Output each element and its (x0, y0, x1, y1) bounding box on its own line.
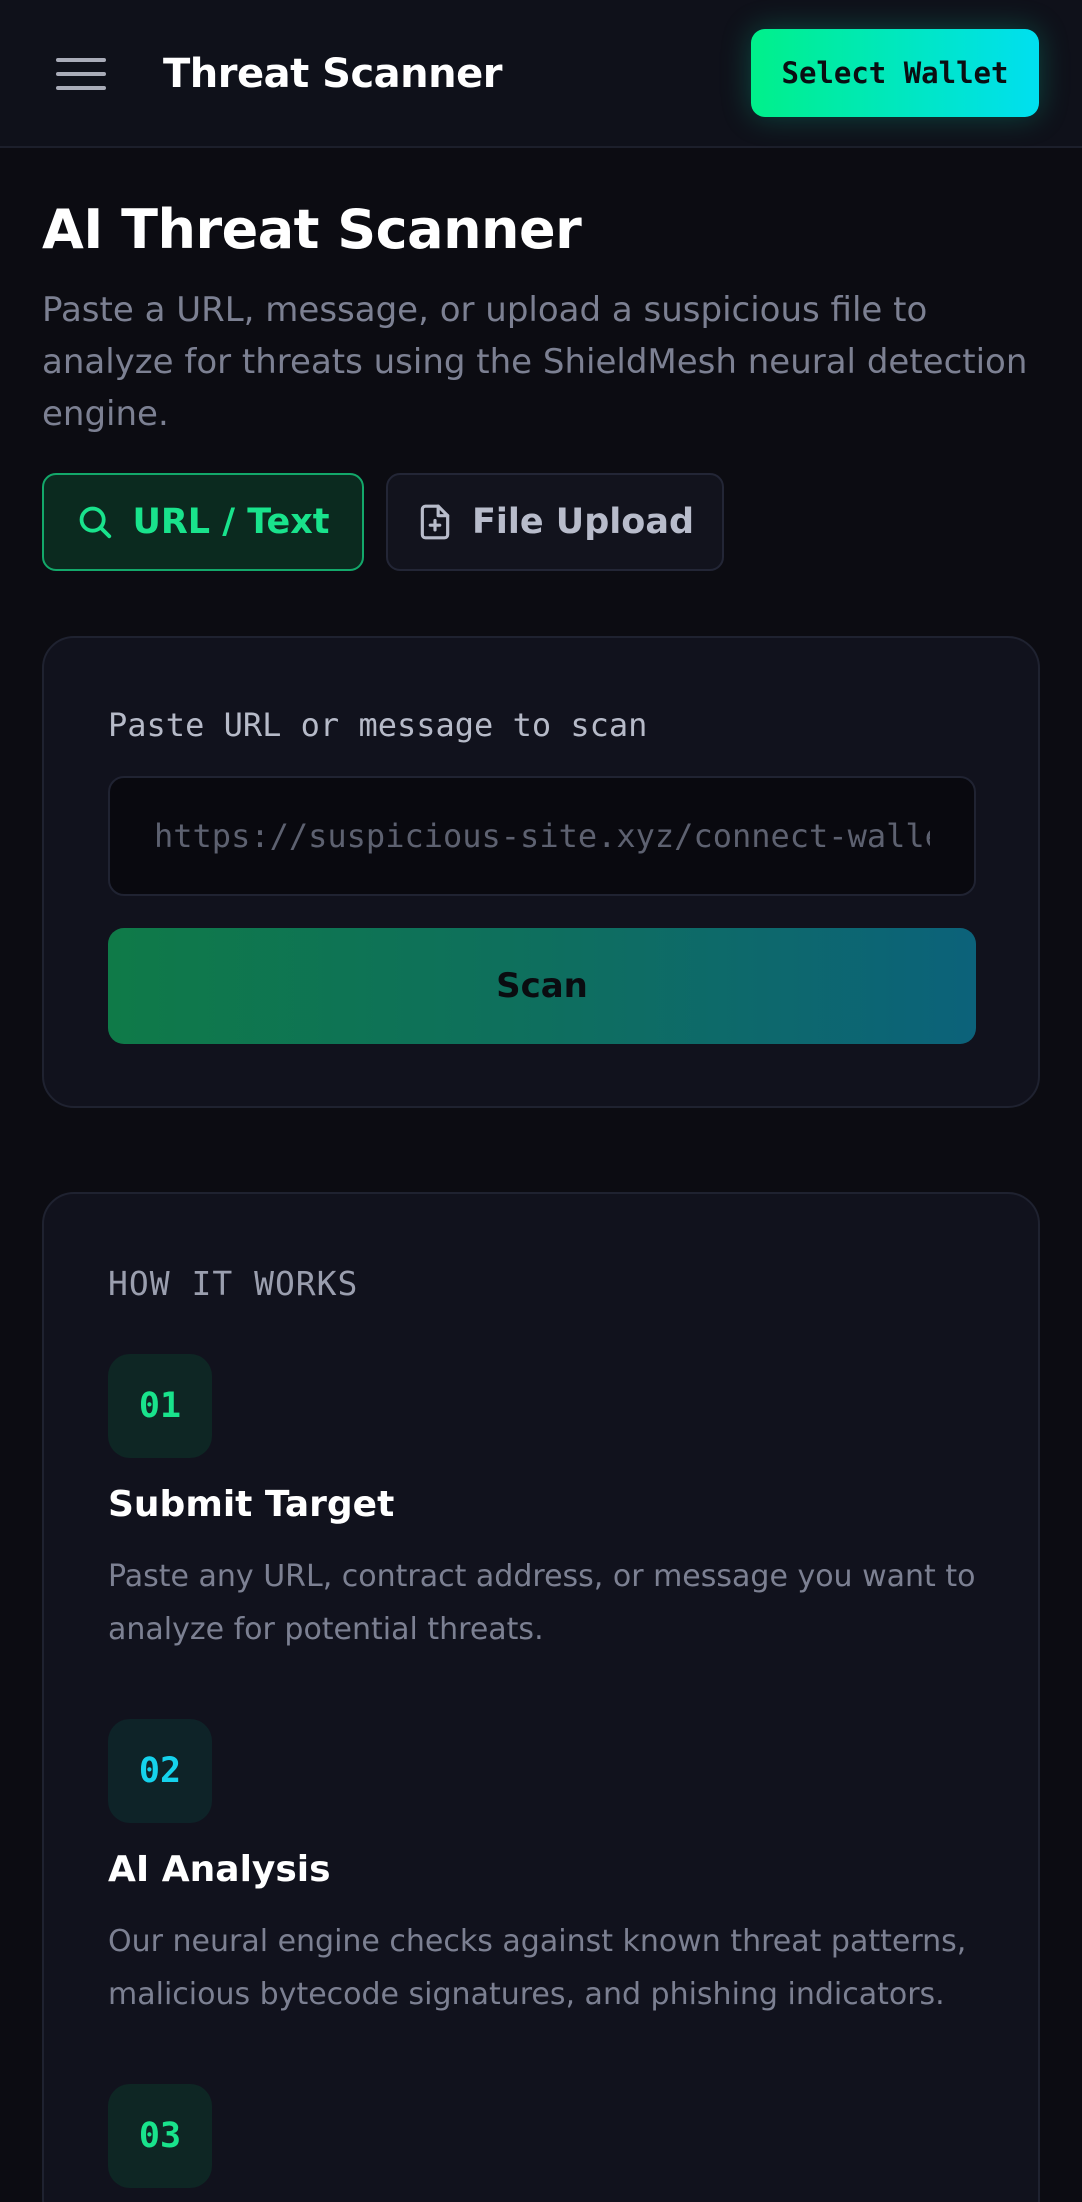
step-description: Paste any URL, contract address, or mess… (108, 1559, 976, 1647)
tab-file-upload[interactable]: File Upload (386, 473, 724, 571)
file-plus-icon (416, 503, 454, 541)
select-wallet-button[interactable]: Select Wallet (751, 29, 1039, 117)
step-title: Submit Target (108, 1484, 395, 1525)
page-description: Paste a URL, message, or upload a suspic… (42, 290, 1028, 434)
search-icon (76, 503, 114, 541)
how-it-works-card: HOW IT WORKS 01 Submit Target Paste any … (42, 1192, 1040, 2202)
scan-button[interactable]: Scan (108, 928, 976, 1044)
step-number-badge: 02 (108, 1719, 212, 1823)
step-description: Our neural engine checks against known t… (108, 1924, 967, 2012)
scan-input[interactable] (108, 776, 976, 896)
tab-label: File Upload (471, 502, 694, 542)
step-number-badge: 03 (108, 2084, 212, 2188)
step-title: AI Analysis (108, 1849, 331, 1890)
app-title: Threat Scanner (163, 51, 502, 97)
top-bar: Threat Scanner Select Wallet (0, 0, 1082, 148)
hamburger-menu-icon[interactable] (50, 48, 112, 100)
menu-line (56, 58, 106, 62)
step-number-badge: 01 (108, 1354, 212, 1458)
tab-label: URL / Text (132, 502, 330, 542)
section-heading: HOW IT WORKS (108, 1264, 359, 1303)
tab-url-text[interactable]: URL / Text (42, 473, 364, 571)
scan-input-label: Paste URL or message to scan (108, 706, 648, 744)
scan-card: Paste URL or message to scan Scan (42, 636, 1040, 1108)
page-title: AI Threat Scanner (42, 198, 582, 261)
step-item: 03 (108, 2084, 978, 2188)
menu-line (56, 72, 106, 76)
step-item: 02 AI Analysis Our neural engine checks … (108, 1719, 978, 2021)
step-item: 01 Submit Target Paste any URL, contract… (108, 1354, 978, 1656)
menu-line (56, 86, 106, 90)
